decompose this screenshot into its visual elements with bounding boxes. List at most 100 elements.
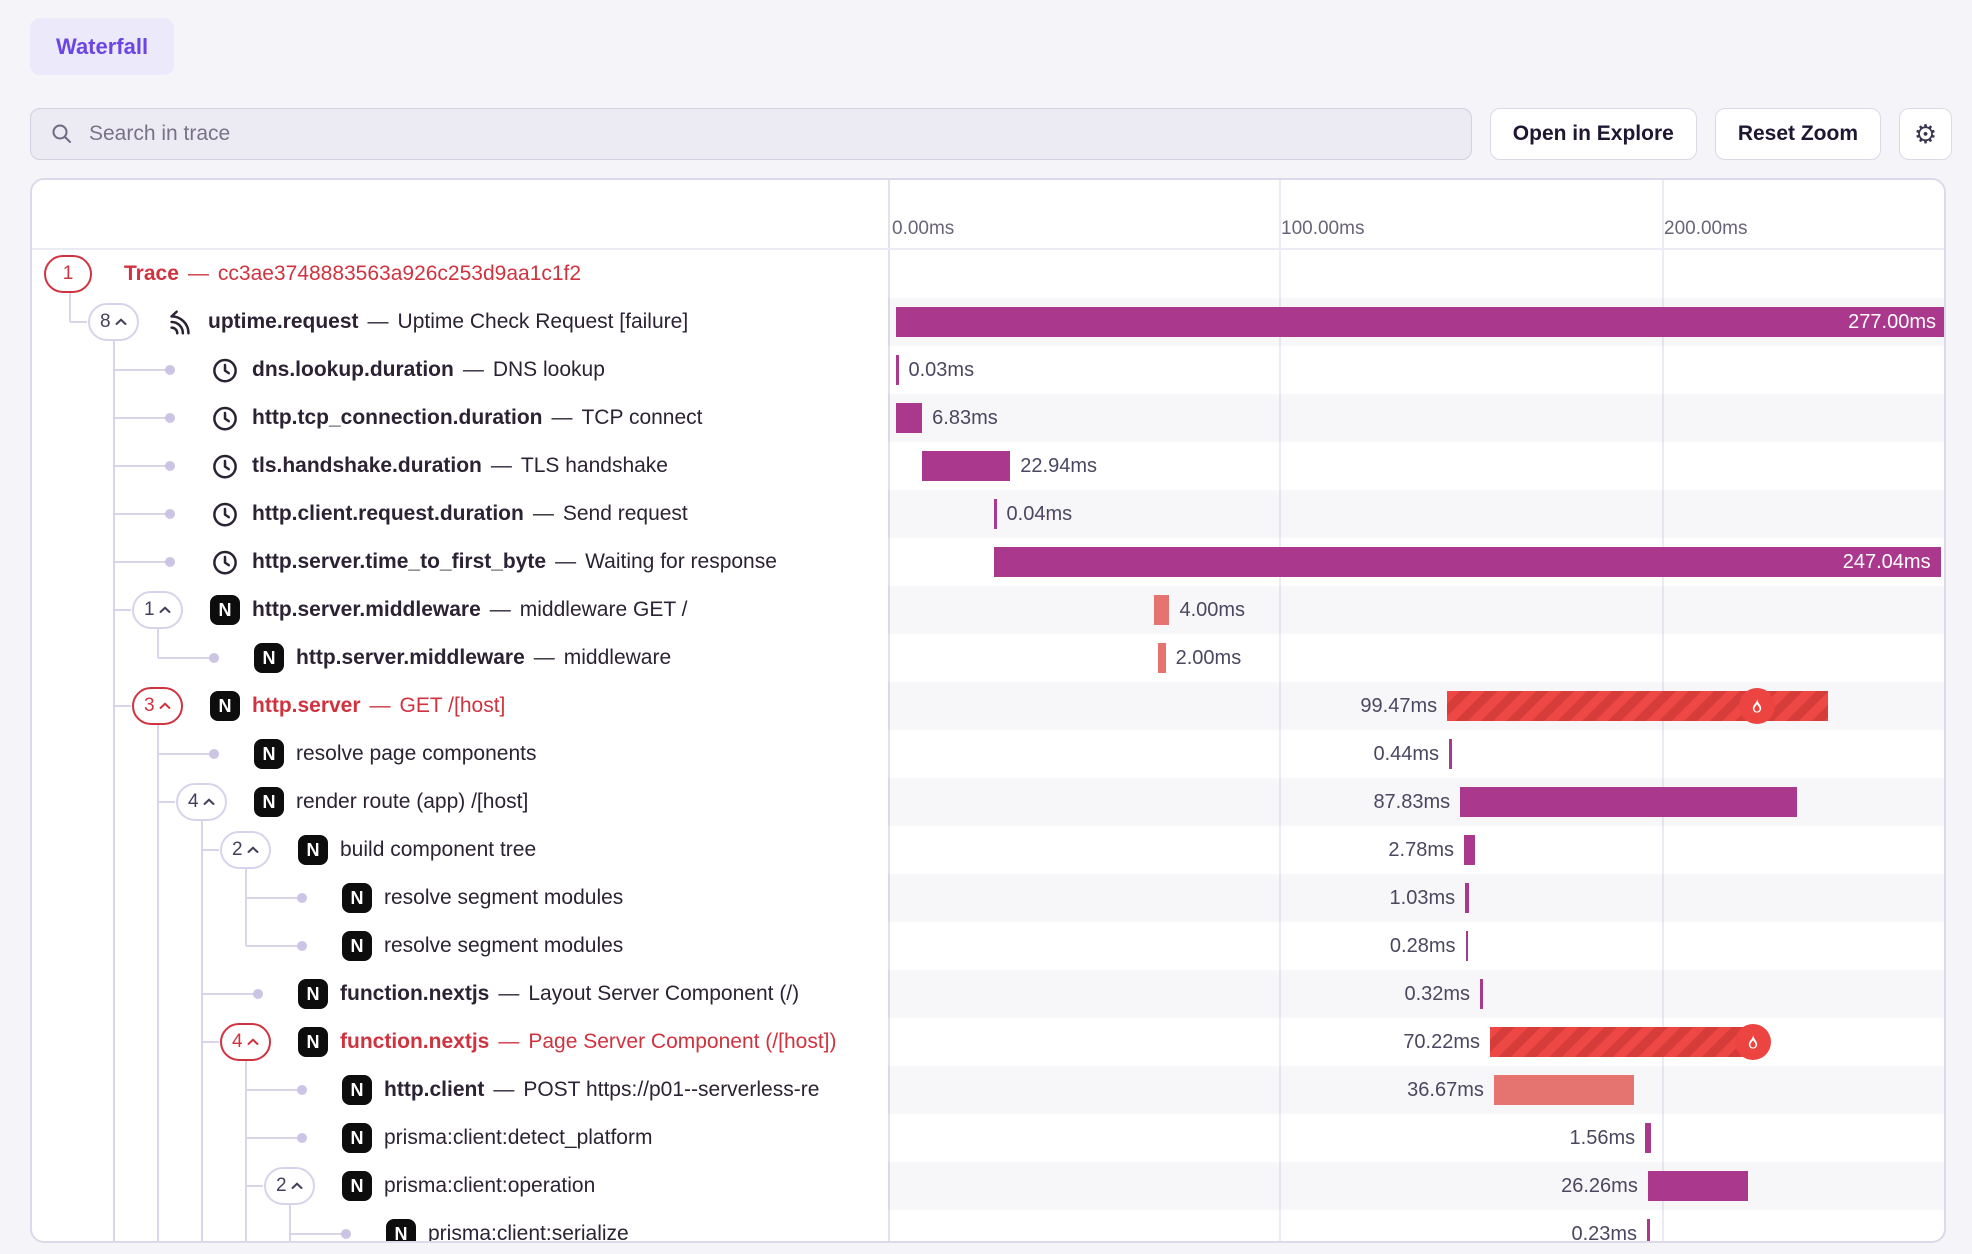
axis-tick-label: 200.00ms: [1664, 218, 1747, 240]
span-bar[interactable]: [896, 403, 922, 433]
span-name: http.server: [252, 694, 361, 718]
chevron-up-icon: [159, 702, 171, 710]
clock-icon: [210, 499, 240, 534]
span-duration-label: 0.44ms: [1373, 730, 1439, 778]
span-description: middleware: [564, 646, 671, 670]
span-row[interactable]: tls.handshake.duration—TLS handshake22.9…: [32, 442, 1944, 490]
span-row[interactable]: Nhttp.server.middleware—middleware GET /…: [32, 586, 1944, 634]
span-bar[interactable]: [1464, 835, 1475, 865]
span-row[interactable]: Nfunction.nextjs—Page Server Component (…: [32, 1018, 1944, 1066]
span-row[interactable]: Nresolve segment modules1.03ms: [32, 874, 1944, 922]
span-duration-label: 277.00ms: [896, 307, 1946, 337]
span-duration-label: 1.56ms: [1570, 1114, 1636, 1162]
span-row[interactable]: Nhttp.server.middleware—middleware2.00ms: [32, 634, 1944, 682]
view-tabbar: Waterfall: [30, 18, 174, 75]
tab-waterfall[interactable]: Waterfall: [30, 18, 174, 75]
span-row[interactable]: Nresolve page components 0.44ms: [32, 730, 1944, 778]
span-row[interactable]: uptime.request—Uptime Check Request [fai…: [32, 298, 1944, 346]
span-row[interactable]: Nbuild component tree22.78ms: [32, 826, 1944, 874]
span-bar[interactable]: [1480, 979, 1483, 1009]
expand-collapse-pill[interactable]: 3: [132, 687, 183, 725]
span-tree-cell: Nprisma:client:operation2: [32, 1162, 888, 1210]
search-input[interactable]: [30, 108, 1472, 160]
span-name: resolve segment modules: [384, 886, 623, 910]
gear-icon: ⚙: [1914, 119, 1937, 149]
axis-tick-label: 0.00ms: [892, 218, 954, 240]
span-bar[interactable]: [1494, 1075, 1634, 1105]
span-bar[interactable]: [1154, 595, 1169, 625]
span-row[interactable]: http.server.time_to_first_byte—Waiting f…: [32, 538, 1944, 586]
span-description: Uptime Check Request [failure]: [398, 310, 689, 334]
span-bar[interactable]: [1648, 1171, 1749, 1201]
span-tree-cell: Nresolve page components: [32, 730, 888, 778]
span-tree-cell: http.client.request.duration—Send reques…: [32, 490, 888, 538]
search-icon: [50, 122, 74, 151]
span-bar[interactable]: [1158, 643, 1166, 673]
open-in-explore-button[interactable]: Open in Explore: [1490, 108, 1697, 160]
span-row[interactable]: Trace—cc3ae3748883563a926c253d9aa1c1f21: [32, 250, 1944, 298]
span-duration-label: 36.67ms: [1407, 1066, 1484, 1114]
span-duration-label: 70.22ms: [1403, 1018, 1480, 1066]
nextjs-icon: N: [342, 931, 372, 961]
span-duration-label: 6.83ms: [932, 394, 998, 442]
span-bar[interactable]: [896, 355, 899, 385]
span-name: dns.lookup.duration: [252, 358, 454, 382]
span-name: build component tree: [340, 838, 536, 862]
span-duration-label: 0.04ms: [1007, 490, 1073, 538]
span-row[interactable]: Nfunction.nextjs—Layout Server Component…: [32, 970, 1944, 1018]
span-tree-cell: Nfunction.nextjs—Layout Server Component…: [32, 970, 888, 1018]
span-row[interactable]: Nhttp.client—POST https://p01--serverles…: [32, 1066, 1944, 1114]
expand-collapse-pill[interactable]: 2: [264, 1167, 315, 1205]
span-row[interactable]: http.tcp_connection.duration—TCP connect…: [32, 394, 1944, 442]
span-bar[interactable]: 277.00ms: [896, 307, 1946, 337]
span-duration-label: 2.78ms: [1388, 826, 1454, 874]
span-bar[interactable]: [1449, 739, 1452, 769]
span-name: http.client.request.duration: [252, 502, 524, 526]
span-row[interactable]: Nprisma:client:serialize0.23ms: [32, 1210, 1944, 1243]
span-description: GET /[host]: [400, 694, 506, 718]
expand-collapse-pill[interactable]: 4: [176, 783, 227, 821]
search-box: [30, 108, 1472, 160]
nextjs-icon: N: [254, 787, 284, 817]
span-description: DNS lookup: [493, 358, 605, 382]
span-description: middleware GET /: [520, 598, 688, 622]
span-separator: —: [546, 550, 585, 574]
span-duration-label: 247.04ms: [994, 547, 1940, 577]
span-separator: —: [481, 598, 520, 622]
expand-collapse-pill[interactable]: 1: [44, 255, 92, 293]
span-bar[interactable]: [1647, 1219, 1650, 1243]
span-bar[interactable]: [1466, 931, 1469, 961]
expand-collapse-pill[interactable]: 1: [132, 591, 183, 629]
expand-collapse-pill[interactable]: 4: [220, 1023, 271, 1061]
settings-button[interactable]: ⚙: [1899, 108, 1952, 160]
sentry-icon: [166, 307, 196, 342]
span-name: http.server.middleware: [252, 598, 481, 622]
child-count: 1: [144, 599, 155, 621]
error-fire-icon: [1735, 1024, 1771, 1060]
span-row[interactable]: Nrender route (app) /[host]487.83ms: [32, 778, 1944, 826]
span-bar[interactable]: [922, 451, 1010, 481]
span-bar[interactable]: [1465, 883, 1469, 913]
span-separator: —: [542, 406, 581, 430]
expand-collapse-pill[interactable]: 8: [88, 303, 139, 341]
span-row[interactable]: Nhttp.server—GET /[host]399.47ms: [32, 682, 1944, 730]
axis-tick-label: 100.00ms: [1281, 218, 1364, 240]
span-bar[interactable]: 247.04ms: [994, 547, 1940, 577]
nextjs-icon: N: [342, 1171, 372, 1201]
span-bar[interactable]: [1460, 787, 1796, 817]
span-bar[interactable]: [1645, 1123, 1651, 1153]
expand-collapse-pill[interactable]: 2: [220, 831, 271, 869]
span-description: TCP connect: [581, 406, 702, 430]
span-name: http.server.time_to_first_byte: [252, 550, 546, 574]
child-count: 8: [100, 311, 111, 333]
nextjs-icon: N: [254, 643, 284, 673]
reset-zoom-button[interactable]: Reset Zoom: [1715, 108, 1881, 160]
span-bar[interactable]: [1490, 1027, 1759, 1057]
span-row[interactable]: Nprisma:client:operation226.26ms: [32, 1162, 1944, 1210]
span-tree-cell: Trace—cc3ae3748883563a926c253d9aa1c1f21: [32, 250, 888, 298]
span-row[interactable]: http.client.request.duration—Send reques…: [32, 490, 1944, 538]
span-bar[interactable]: [994, 499, 997, 529]
span-row[interactable]: Nresolve segment modules0.28ms: [32, 922, 1944, 970]
span-row[interactable]: Nprisma:client:detect_platform1.56ms: [32, 1114, 1944, 1162]
span-row[interactable]: dns.lookup.duration—DNS lookup0.03ms: [32, 346, 1944, 394]
